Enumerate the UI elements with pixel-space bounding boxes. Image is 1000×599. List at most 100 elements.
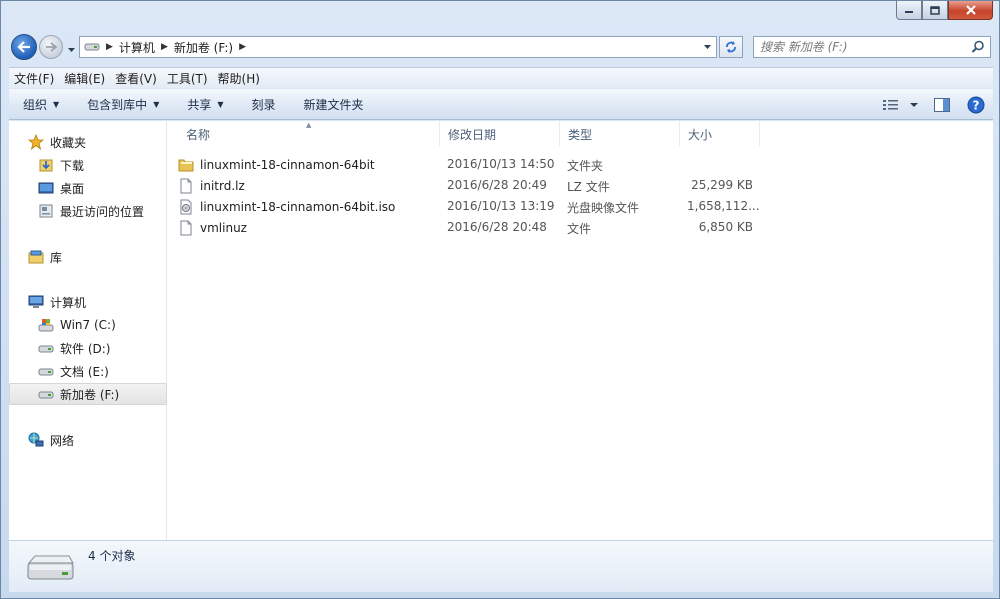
nav-drive-f-label: 新加卷 (F:) [60, 387, 120, 402]
menu-edit[interactable]: 编辑(E) [59, 70, 110, 87]
back-button[interactable] [11, 34, 37, 60]
drive-icon [38, 340, 54, 356]
column-header-type[interactable]: 类型 [560, 121, 680, 147]
nav-drive-e[interactable]: 文档 (E:) [9, 360, 167, 382]
maximize-button[interactable] [922, 1, 948, 20]
breadcrumb-drive-f[interactable]: 新加卷 (F:) [174, 39, 233, 56]
nav-downloads-label: 下载 [60, 158, 85, 173]
refresh-button[interactable] [719, 36, 743, 58]
file-list: ▲ 名称 修改日期 类型 大小 linuxmint-18-cinnamon-64… [168, 121, 993, 540]
view-controls: ? [877, 89, 993, 120]
column-header-date[interactable]: 修改日期 [440, 121, 560, 147]
chevron-down-icon: ▼ [153, 99, 160, 109]
menu-file[interactable]: 文件(F) [9, 70, 59, 87]
nav-recent-places-label: 最近访问的位置 [60, 204, 145, 219]
nav-network[interactable]: 网络 [9, 429, 167, 451]
file-date: 2016/10/13 14:50 [447, 157, 555, 171]
chevron-down-icon [68, 48, 75, 52]
new-folder-button[interactable]: 新建文件夹 [290, 89, 378, 120]
recent-pages-dropdown[interactable] [67, 43, 77, 53]
forward-arrow-icon [46, 42, 57, 52]
burn-button[interactable]: 刻录 [238, 89, 290, 120]
search-input[interactable] [760, 40, 970, 54]
preview-pane-icon [934, 97, 950, 112]
file-type: 文件夹 [567, 159, 604, 173]
menu-view[interactable]: 查看(V) [110, 70, 162, 87]
file-date: 2016/6/28 20:49 [447, 178, 547, 192]
drive-icon [84, 43, 100, 51]
preview-pane-button[interactable] [925, 93, 959, 117]
breadcrumb-separator-icon: ▶ [160, 42, 168, 52]
file-icon [178, 178, 194, 194]
navigation-pane: 收藏夹 下载 桌面 最近访问的位置 库 计算机 Win7 (C:) 软件 (D:… [9, 121, 167, 540]
menu-tools[interactable]: 工具(T) [162, 70, 213, 87]
back-arrow-icon [17, 41, 30, 53]
disc-image-icon [178, 199, 194, 215]
nav-drive-d[interactable]: 软件 (D:) [9, 337, 167, 359]
minimize-icon [905, 11, 913, 13]
minimize-button[interactable] [896, 1, 922, 20]
nav-network-label: 网络 [50, 433, 75, 448]
breadcrumb-computer[interactable]: 计算机 [119, 39, 155, 56]
file-size: 6,850 KB [698, 220, 753, 234]
libraries-icon [28, 249, 44, 265]
file-row[interactable]: linuxmint-18-cinnamon-64bit.iso 2016/10/… [178, 196, 772, 217]
address-bar[interactable]: ▶ 计算机 ▶ 新加卷 (F:) ▶ [79, 36, 717, 58]
drive-icon [38, 386, 54, 402]
nav-drive-e-label: 文档 (E:) [60, 364, 109, 379]
file-type: 文件 [567, 222, 592, 236]
nav-recent-places[interactable]: 最近访问的位置 [9, 200, 167, 222]
column-header-name[interactable]: 名称 [178, 121, 440, 147]
file-name: initrd.lz [200, 178, 245, 193]
nav-computer[interactable]: 计算机 [9, 291, 167, 313]
refresh-icon [726, 41, 736, 53]
include-in-library-button[interactable]: 包含到库中 ▼ [73, 89, 173, 120]
forward-button[interactable] [39, 35, 63, 59]
nav-libraries-label: 库 [50, 250, 63, 265]
help-icon: ? [967, 96, 985, 113]
organize-button[interactable]: 组织 ▼ [9, 89, 73, 120]
chevron-down-icon: ▼ [217, 99, 224, 109]
nav-favorites[interactable]: 收藏夹 [9, 131, 167, 153]
network-icon [28, 432, 44, 448]
nav-desktop[interactable]: 桌面 [9, 177, 167, 199]
help-button[interactable]: ? [959, 93, 993, 117]
star-icon [28, 134, 44, 150]
file-row[interactable]: initrd.lz 2016/6/28 20:49 LZ 文件 25,299 K… [178, 175, 772, 196]
share-label: 共享 [187, 97, 212, 112]
recent-places-icon [38, 203, 54, 219]
breadcrumb-separator-icon: ▶ [239, 42, 246, 52]
nav-downloads[interactable]: 下载 [9, 154, 167, 176]
burn-label: 刻录 [251, 97, 276, 112]
explorer-window: ▶ 计算机 ▶ 新加卷 (F:) ▶ 文件(F) 编辑(E) 查看(V) 工具(… [0, 0, 1000, 599]
file-name: vmlinuz [200, 220, 247, 235]
maximize-icon [930, 5, 940, 15]
file-date: 2016/6/28 20:48 [447, 220, 547, 234]
content-area: 收藏夹 下载 桌面 最近访问的位置 库 计算机 Win7 (C:) 软件 (D:… [9, 121, 993, 540]
address-dropdown-icon[interactable] [703, 43, 712, 51]
share-button[interactable]: 共享 ▼ [173, 89, 237, 120]
menu-bar: 文件(F) 编辑(E) 查看(V) 工具(T) 帮助(H) [9, 67, 993, 88]
nav-favorites-label: 收藏夹 [50, 135, 87, 150]
search-box[interactable] [753, 36, 991, 58]
nav-libraries[interactable]: 库 [9, 246, 167, 268]
view-list-icon [883, 99, 898, 110]
column-header-size[interactable]: 大小 [680, 121, 760, 147]
file-name: linuxmint-18-cinnamon-64bit [200, 157, 375, 172]
file-name: linuxmint-18-cinnamon-64bit.iso [200, 199, 396, 214]
close-button[interactable] [948, 1, 993, 20]
system-drive-icon [38, 317, 54, 333]
nav-drive-f[interactable]: 新加卷 (F:) [9, 383, 167, 405]
nav-drive-c[interactable]: Win7 (C:) [9, 314, 167, 336]
file-type: LZ 文件 [567, 180, 610, 194]
file-row[interactable]: vmlinuz 2016/6/28 20:48 文件 6,850 KB [178, 217, 772, 238]
search-icon[interactable] [971, 40, 985, 54]
menu-help[interactable]: 帮助(H) [213, 70, 265, 87]
change-view-button[interactable] [877, 93, 925, 117]
computer-icon [28, 294, 44, 310]
downloads-folder-icon [38, 157, 54, 173]
file-row[interactable]: linuxmint-18-cinnamon-64bit 2016/10/13 1… [178, 154, 772, 175]
include-in-library-label: 包含到库中 [87, 97, 148, 112]
new-folder-label: 新建文件夹 [303, 97, 364, 112]
svg-text:?: ? [973, 98, 980, 112]
